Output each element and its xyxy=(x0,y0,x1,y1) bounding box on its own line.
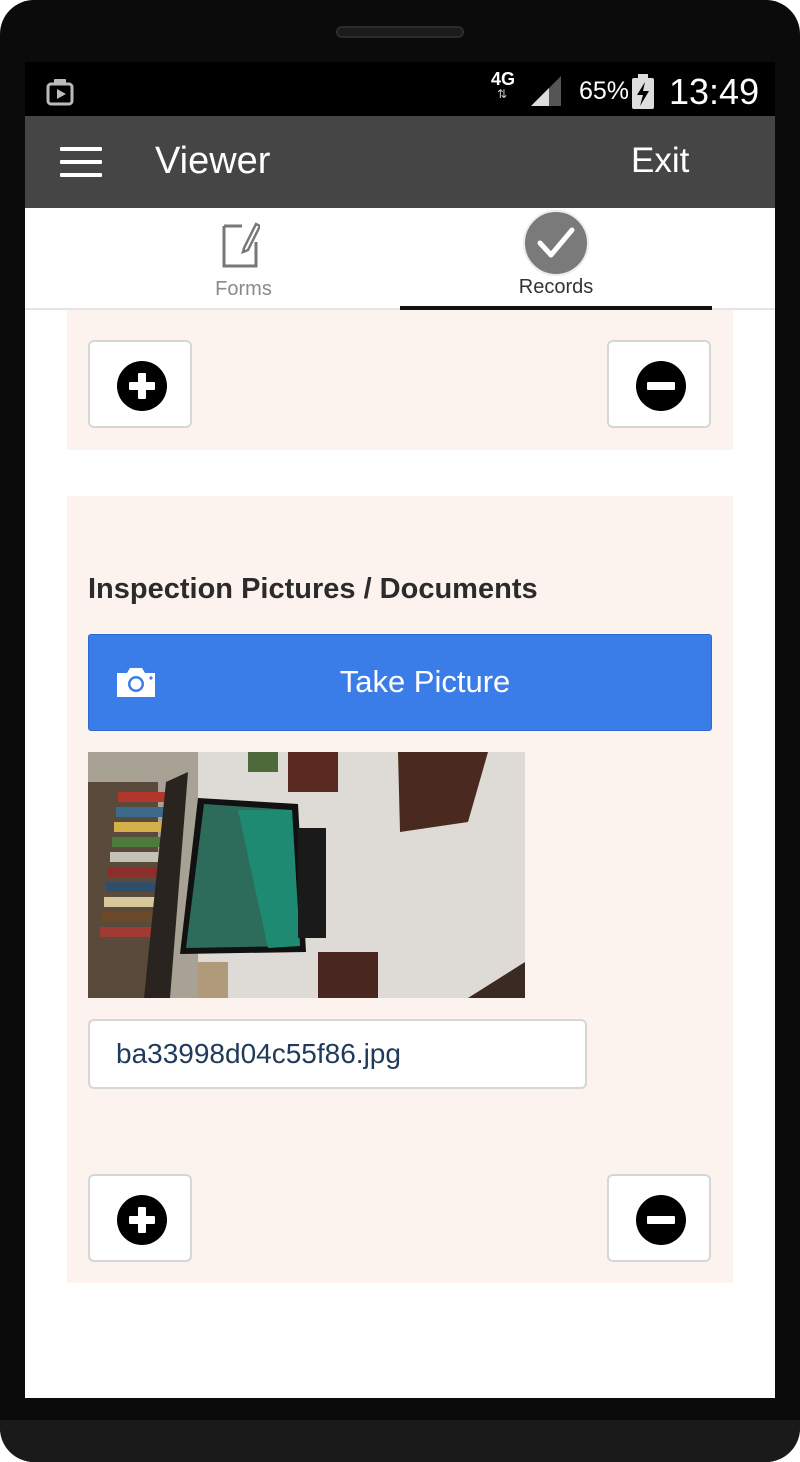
status-bar: 4G ⇅ 65% 13:49 xyxy=(25,62,775,116)
network-type: 4G xyxy=(491,69,516,89)
form-content[interactable]: Inspection Pictures / Documents Take Pic… xyxy=(25,310,775,1398)
media-notification-icon xyxy=(46,78,76,111)
take-picture-button[interactable]: Take Picture xyxy=(88,634,712,731)
add-entry-button[interactable] xyxy=(88,340,192,428)
minus-icon xyxy=(636,361,686,411)
checkmark-icon xyxy=(523,210,589,276)
tab-bar: Forms Records xyxy=(25,208,775,310)
add-picture-entry-button[interactable] xyxy=(88,1174,192,1262)
phone-speaker xyxy=(336,26,464,38)
data-activity-icon: ⇅ xyxy=(497,87,508,101)
app-title: Viewer xyxy=(155,140,271,182)
hamburger-menu-icon[interactable] xyxy=(60,147,102,177)
tab-records[interactable]: Records xyxy=(400,208,712,308)
form-section-inspection-pictures: Inspection Pictures / Documents Take Pic… xyxy=(67,496,733,1283)
phone-frame: 4G ⇅ 65% 13:49 Viewer Exit Forms Records… xyxy=(0,0,800,1462)
edit-form-icon xyxy=(220,218,262,275)
clock: 13:49 xyxy=(669,71,760,112)
plus-icon xyxy=(117,361,167,411)
field-label: Inspection Pictures / Documents xyxy=(88,573,538,605)
screen: 4G ⇅ 65% 13:49 Viewer Exit Forms Records… xyxy=(25,62,775,1398)
form-section-previous xyxy=(67,310,733,450)
take-picture-label: Take Picture xyxy=(339,664,511,699)
phone-bottom-bezel xyxy=(0,1420,800,1462)
photo-thumbnail[interactable] xyxy=(88,752,525,998)
minus-icon xyxy=(636,1195,686,1245)
plus-icon xyxy=(117,1195,167,1245)
battery-charging-icon xyxy=(631,74,655,115)
tab-forms-label: Forms xyxy=(215,278,272,300)
signal-strength-icon xyxy=(529,74,563,113)
tab-records-label: Records xyxy=(518,276,594,298)
remove-entry-button[interactable] xyxy=(607,340,711,428)
app-bar: Viewer Exit xyxy=(25,116,775,208)
remove-picture-entry-button[interactable] xyxy=(607,1174,711,1262)
battery-percent: 65% xyxy=(579,77,630,105)
tab-forms[interactable]: Forms xyxy=(25,208,400,308)
exit-button[interactable]: Exit xyxy=(631,138,689,184)
filename-field[interactable] xyxy=(88,1019,587,1089)
